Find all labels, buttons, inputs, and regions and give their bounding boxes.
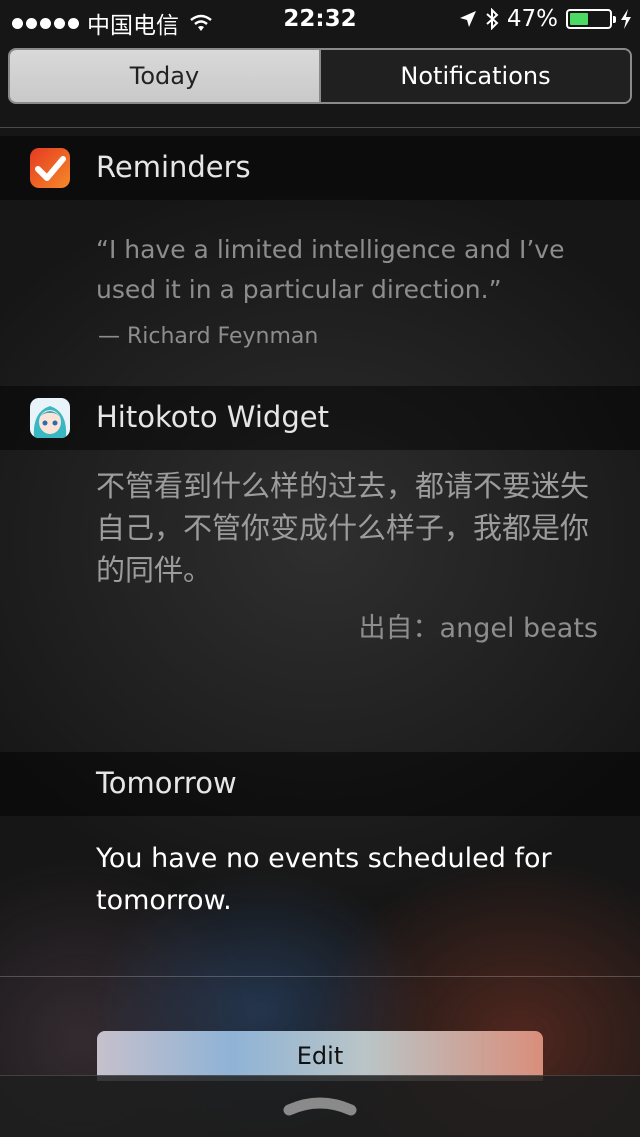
tomorrow-text: You have no events scheduled for tomorro… <box>96 843 552 916</box>
reminders-title: Reminders <box>96 150 251 184</box>
hitokoto-widget-header[interactable]: Hitokoto Widget <box>0 386 640 450</box>
tomorrow-title: Tomorrow <box>96 766 237 800</box>
grabber-handle-icon[interactable] <box>283 1094 357 1118</box>
tab-today[interactable]: Today <box>10 50 321 102</box>
anime-avatar-icon <box>30 398 70 438</box>
charging-bolt-icon <box>621 9 631 29</box>
bluetooth-icon <box>486 8 499 30</box>
battery-percent: 47% <box>506 6 558 32</box>
hitokoto-text: 不管看到什么样的过去，都请不要迷失自己，不管你变成什么样子，我都是你的同伴。 <box>96 469 590 587</box>
tab-notifications[interactable]: Notifications <box>321 50 630 102</box>
hitokoto-title: Hitokoto Widget <box>96 400 329 434</box>
reminders-widget-header[interactable]: Reminders <box>0 136 640 200</box>
divider <box>0 976 640 977</box>
status-right: 47% <box>459 6 632 32</box>
tomorrow-header: Tomorrow <box>0 752 640 816</box>
status-bar: 中国电信 22:32 47% <box>0 0 640 40</box>
reminders-checkmark-icon <box>30 148 70 188</box>
view-segmented-control: Today Notifications <box>8 48 632 104</box>
reminders-author: — Richard Feynman <box>98 324 319 349</box>
location-arrow-icon <box>459 11 476 27</box>
battery-icon <box>566 9 616 29</box>
reminders-quote: “I have a limited intelligence and I’ve … <box>96 235 565 304</box>
edit-button[interactable]: Edit <box>97 1031 543 1081</box>
hitokoto-source: 出自：angel beats <box>358 613 598 644</box>
bottom-handle-bar[interactable] <box>0 1075 640 1137</box>
divider <box>0 127 640 128</box>
